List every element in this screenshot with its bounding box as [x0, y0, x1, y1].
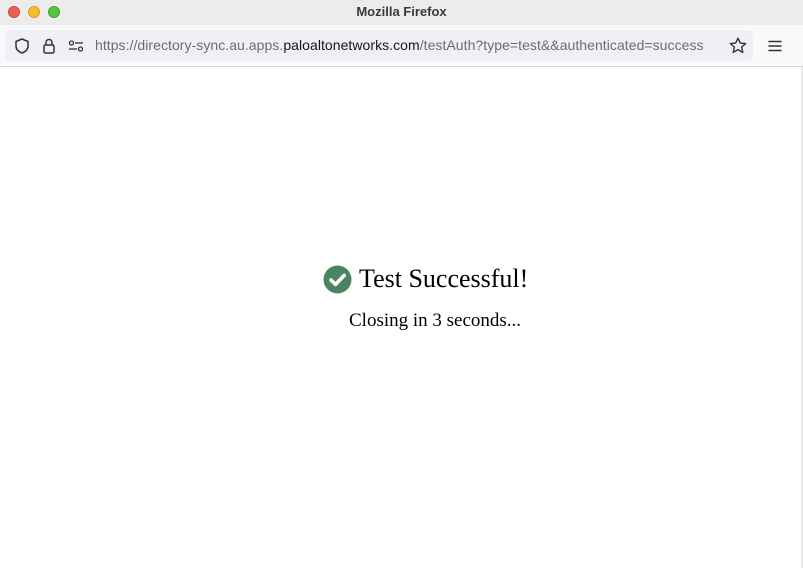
window-titlebar: Mozilla Firefox: [0, 0, 803, 25]
countdown-text: Closing in 3 seconds...: [349, 310, 522, 331]
lock-icon[interactable]: [40, 37, 58, 55]
browser-toolbar: https://directory-sync.au.apps.paloalton…: [0, 25, 803, 67]
address-bar[interactable]: https://directory-sync.au.apps.paloalton…: [5, 30, 753, 61]
url-suffix: /testAuth?type=test&&authenticated=succe…: [419, 37, 704, 53]
status-row: Test Successful!: [323, 264, 528, 294]
status-title: Test Successful!: [359, 264, 529, 293]
url-domain: paloaltonetworks.com: [283, 37, 420, 53]
bookmark-star-icon[interactable]: [728, 36, 748, 56]
url-prefix: https://directory-sync.au.apps.: [95, 37, 284, 53]
browser-window: Mozilla Firefox https://directory-sync.a…: [0, 0, 803, 568]
shield-icon[interactable]: [13, 37, 31, 55]
window-title: Mozilla Firefox: [356, 4, 447, 19]
url-text[interactable]: https://directory-sync.au.apps.paloalton…: [95, 37, 725, 53]
page-content: Test Successful! Closing in 3 seconds...: [0, 67, 803, 568]
hamburger-menu-icon[interactable]: [766, 37, 784, 55]
check-circle-icon: [323, 265, 352, 294]
permissions-icon[interactable]: [67, 37, 85, 55]
